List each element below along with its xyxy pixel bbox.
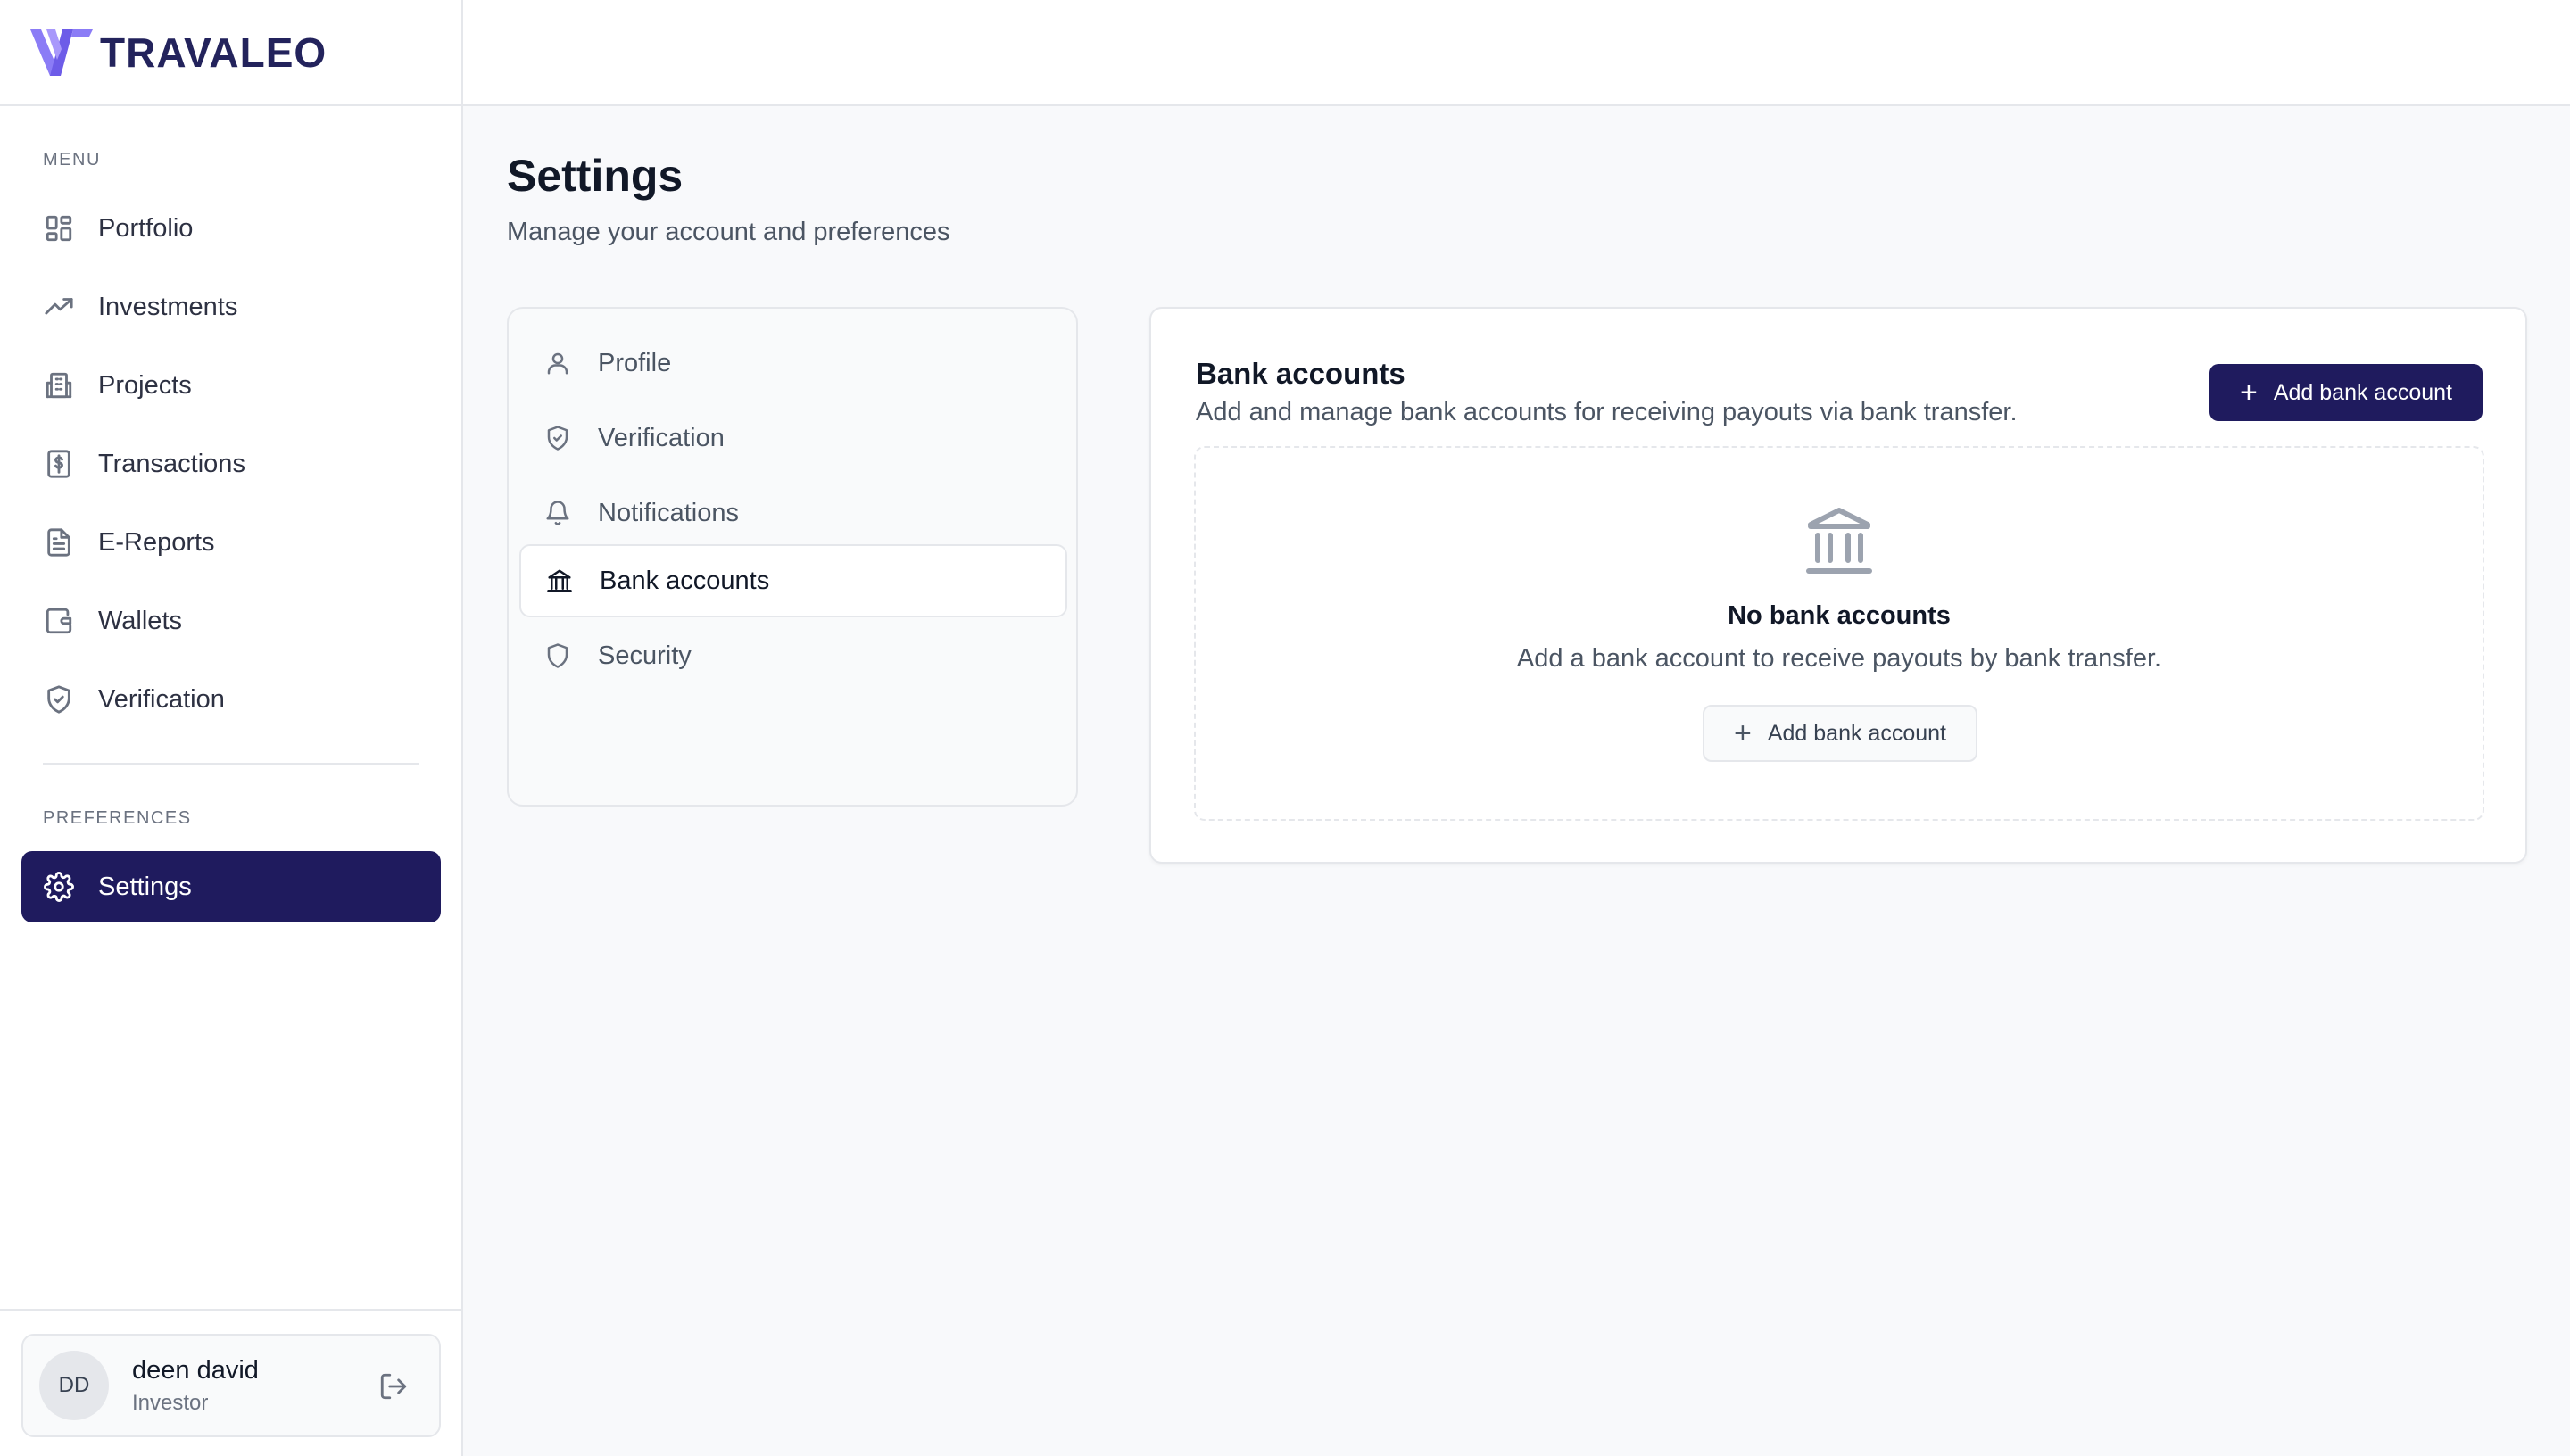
sidebar-item-portfolio[interactable]: Portfolio	[21, 193, 441, 264]
sidebar-item-verification[interactable]: Verification	[21, 664, 441, 735]
settings-tab-bank-accounts[interactable]: Bank accounts	[519, 544, 1067, 617]
user-role: Investor	[132, 1390, 209, 1415]
card-description: Add and manage bank accounts for receivi…	[1196, 398, 2018, 426]
add-bank-account-label: Add bank account	[2273, 379, 2452, 405]
user-card[interactable]: DD deen david Investor	[21, 1334, 441, 1437]
plus-icon: +	[2239, 376, 2258, 410]
sidebar-item-projects[interactable]: Projects	[21, 350, 441, 421]
user-footer: DD deen david Investor	[0, 1309, 461, 1456]
sidebar-item-label: E-Reports	[98, 527, 215, 557]
card-title: Bank accounts	[1196, 357, 1405, 390]
sidebar-item-e-reports[interactable]: E-Reports	[21, 507, 441, 578]
sidebar-item-label: Wallets	[98, 606, 182, 635]
empty-state: No bank accounts Add a bank account to r…	[1194, 446, 2484, 821]
sidebar: TRAVALEO MENU Portfolio Investments Proj…	[0, 0, 463, 1456]
sidebar-item-transactions[interactable]: Transactions	[21, 428, 441, 500]
settings-tab-profile[interactable]: Profile	[519, 327, 1067, 400]
preferences-section-label: PREFERENCES	[43, 808, 192, 828]
empty-add-bank-account-button[interactable]: + Add bank account	[1703, 705, 1977, 762]
add-bank-account-button[interactable]: + Add bank account	[2209, 364, 2483, 421]
user-name: deen david	[132, 1355, 259, 1385]
bank-icon	[1805, 505, 1873, 576]
sidebar-item-label: Investments	[98, 292, 238, 321]
shield-icon	[543, 641, 573, 671]
settings-tab-verification[interactable]: Verification	[519, 401, 1067, 475]
bank-icon	[544, 566, 575, 596]
dollar-receipt-icon	[43, 448, 75, 480]
sidebar-item-label: Portfolio	[98, 213, 194, 243]
settings-tab-label: Security	[598, 641, 692, 670]
empty-state-title: No bank accounts	[1728, 601, 1951, 630]
settings-tab-label: Verification	[598, 423, 725, 452]
sidebar-item-wallets[interactable]: Wallets	[21, 585, 441, 657]
bell-icon	[543, 498, 573, 528]
user-icon	[543, 348, 573, 378]
bank-accounts-card: Bank accounts Add and manage bank accoun…	[1149, 307, 2527, 864]
gear-icon	[43, 871, 75, 903]
user-info: deen david Investor	[132, 1356, 259, 1416]
sidebar-item-label: Projects	[98, 370, 192, 400]
sidebar-item-settings[interactable]: Settings	[21, 851, 441, 922]
page-title: Settings	[507, 151, 684, 201]
sidebar-item-label: Transactions	[98, 449, 245, 478]
sidebar-item-label: Settings	[98, 872, 192, 901]
grid-icon	[43, 212, 75, 244]
shield-check-icon	[543, 423, 573, 453]
empty-state-description: Add a bank account to receive payouts by…	[1516, 644, 2162, 673]
logo[interactable]: TRAVALEO	[0, 0, 461, 106]
logo-icon	[30, 29, 93, 76]
trending-up-icon	[43, 291, 75, 323]
wallet-icon	[43, 605, 75, 637]
top-bar	[463, 0, 2570, 106]
page-subtitle: Manage your account and preferences	[507, 218, 950, 246]
plus-icon: +	[1733, 716, 1752, 750]
sidebar-item-investments[interactable]: Investments	[21, 271, 441, 343]
settings-tab-notifications[interactable]: Notifications	[519, 476, 1067, 550]
building-icon	[43, 369, 75, 401]
settings-tab-label: Notifications	[598, 498, 739, 527]
empty-add-bank-account-label: Add bank account	[1767, 720, 1946, 746]
brand-name: TRAVALEO	[100, 29, 327, 76]
sidebar-divider	[43, 763, 419, 765]
avatar: DD	[39, 1351, 109, 1420]
sidebar-item-label: Verification	[98, 684, 225, 714]
settings-tab-label: Bank accounts	[600, 566, 770, 595]
shield-check-icon	[43, 683, 75, 716]
menu-section-label: MENU	[43, 150, 101, 170]
logout-icon[interactable]	[378, 1371, 410, 1403]
document-icon	[43, 526, 75, 558]
settings-tab-label: Profile	[598, 348, 672, 377]
settings-menu: Profile Verification Notifications Bank …	[507, 307, 1078, 807]
settings-tab-security[interactable]: Security	[519, 619, 1067, 692]
